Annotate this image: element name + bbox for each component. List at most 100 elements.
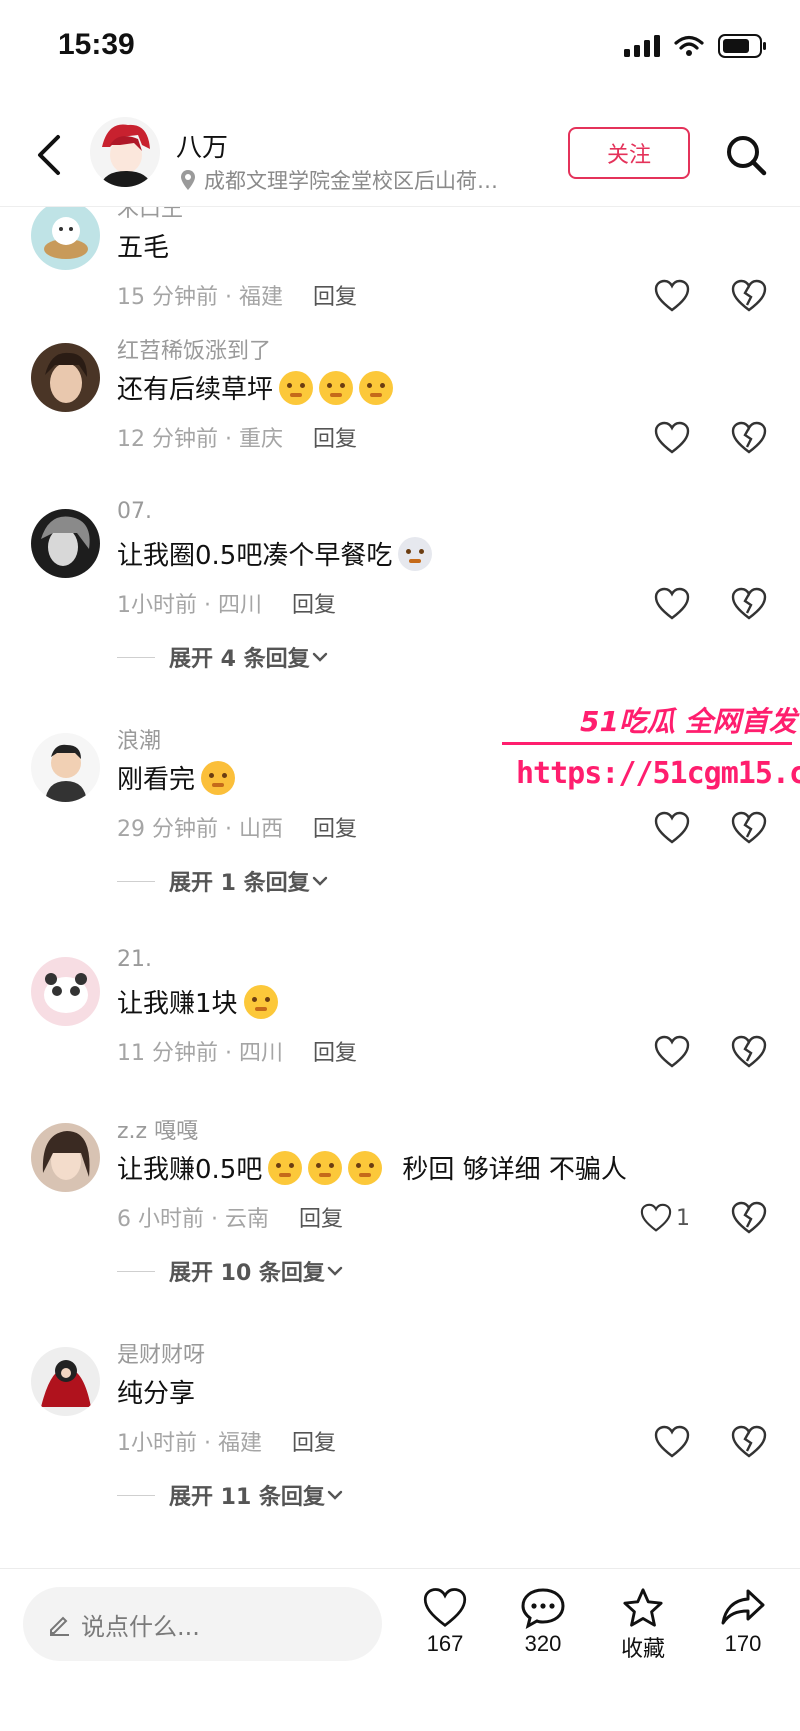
avatar[interactable] xyxy=(31,1347,100,1416)
comment-time-location: 15 分钟前 · 福建 xyxy=(117,285,283,310)
search-icon[interactable] xyxy=(724,133,768,177)
favorite-label: 收藏 xyxy=(620,1636,665,1661)
comment-username[interactable]: 禾口王 xyxy=(117,207,183,223)
like-count: 167 xyxy=(426,1631,464,1656)
broken-heart-icon[interactable] xyxy=(731,1035,767,1069)
chevron-down-icon xyxy=(312,652,327,662)
comment-time-location: 1小时前 · 福建 xyxy=(117,1431,262,1456)
expand-replies-label: 展开 4 条回复 xyxy=(169,647,310,672)
comment-text: 还有后续草坪 xyxy=(117,369,394,406)
comment-time-location: 1小时前 · 四川 xyxy=(117,593,262,618)
comment-item: 是财财呀 纯分享 1小时前 · 福建 回复 展开 11 条回复 xyxy=(0,1335,800,1559)
comment-text-content: 让我赚1块 xyxy=(117,989,238,1019)
heart-icon xyxy=(423,1588,467,1627)
comment-text: 五毛 xyxy=(117,227,169,264)
emoji-icon xyxy=(243,984,278,1019)
chevron-down-icon xyxy=(327,1266,343,1276)
note-header: 八万 成都文理学院金堂校区后山荷… 关注 xyxy=(0,105,800,207)
expand-replies-button[interactable]: 展开 1 条回复 xyxy=(117,865,330,897)
broken-heart-icon[interactable] xyxy=(731,587,767,621)
broken-heart-icon[interactable] xyxy=(731,1201,767,1235)
status-bar: 15:39 xyxy=(0,0,800,100)
expand-replies-button[interactable]: 展开 11 条回复 xyxy=(117,1479,345,1511)
favorite-button[interactable]: 收藏 xyxy=(608,1587,678,1663)
avatar[interactable] xyxy=(31,957,100,1026)
heart-icon[interactable] xyxy=(654,279,690,313)
comment-username[interactable]: 红苕稀饭涨到了 xyxy=(117,333,271,365)
expand-replies-label: 展开 11 条回复 xyxy=(169,1485,325,1510)
watermark: 51吃瓜 全网首发 https://51cgm15.com xyxy=(502,700,800,800)
star-icon xyxy=(623,1588,663,1627)
broken-heart-icon[interactable] xyxy=(731,1425,767,1459)
comment-time-location: 29 分钟前 · 山西 xyxy=(117,817,283,842)
status-icons xyxy=(624,34,768,58)
comment-time-location: 6 小时前 · 云南 xyxy=(117,1207,269,1232)
watermark-line xyxy=(502,742,792,745)
broken-heart-icon[interactable] xyxy=(731,811,767,845)
comment-text: 刚看完 xyxy=(117,759,236,796)
wifi-icon xyxy=(674,35,704,56)
reply-button[interactable]: 回复 xyxy=(313,1041,357,1066)
share-count: 170 xyxy=(724,1631,762,1656)
emoji-icon xyxy=(201,760,236,795)
heart-icon[interactable] xyxy=(654,1425,690,1459)
comment-meta: 15 分钟前 · 福建 回复 xyxy=(117,279,357,311)
broken-heart-icon[interactable] xyxy=(731,421,767,455)
comment-text-content: 还有后续草坪 xyxy=(117,375,274,405)
share-button[interactable]: 170 xyxy=(708,1587,778,1657)
expand-replies-label: 展开 1 条回复 xyxy=(169,871,310,896)
comment-text-suffix: 秒回 够详细 不骗人 xyxy=(402,1155,627,1185)
expand-replies-button[interactable]: 展开 4 条回复 xyxy=(117,641,330,673)
broken-heart-icon[interactable] xyxy=(731,279,767,313)
comment-text-content: 刚看完 xyxy=(117,765,196,795)
avatar[interactable] xyxy=(31,207,100,270)
share-arrow-icon xyxy=(721,1589,765,1625)
avatar[interactable] xyxy=(31,1123,100,1192)
comment-list: 禾口王 五毛 15 分钟前 · 福建 回复 红苕稀饭涨到了 还有后续草坪 12 分… xyxy=(0,207,800,1567)
follow-button[interactable]: 关注 xyxy=(568,127,690,179)
reply-button[interactable]: 回复 xyxy=(313,817,357,842)
comment-input[interactable]: 说点什么... xyxy=(23,1587,382,1661)
comment-item: 07. 让我圈0.5吧凑个早餐吃 1小时前 · 四川 回复 展开 4 条回复 xyxy=(0,497,800,721)
emoji-icon xyxy=(279,370,314,405)
comment-item: 红苕稀饭涨到了 还有后续草坪 12 分钟前 · 重庆 回复 xyxy=(0,331,800,497)
emoji-icon xyxy=(348,1150,383,1185)
comment-username[interactable]: 是财财呀 xyxy=(117,1337,205,1369)
comment-meta: 11 分钟前 · 四川 回复 xyxy=(117,1035,357,1067)
reply-button[interactable]: 回复 xyxy=(313,285,357,310)
avatar[interactable] xyxy=(31,343,100,412)
expand-replies-label: 展开 10 条回复 xyxy=(169,1261,325,1286)
reply-button[interactable]: 回复 xyxy=(313,427,357,452)
author-avatar[interactable] xyxy=(90,117,160,187)
status-time: 15:39 xyxy=(58,28,135,61)
heart-icon[interactable] xyxy=(654,587,690,621)
divider xyxy=(117,1270,155,1272)
emoji-icon xyxy=(359,370,394,405)
comment-text-content: 五毛 xyxy=(117,233,170,263)
like-button[interactable]: 1 xyxy=(640,1201,700,1235)
like-count: 1 xyxy=(676,1205,690,1231)
divider xyxy=(117,1494,155,1496)
back-icon[interactable] xyxy=(32,133,68,177)
heart-icon xyxy=(640,1203,672,1232)
comment-username[interactable]: 21. xyxy=(117,947,152,972)
author-name[interactable]: 八万 xyxy=(176,127,228,164)
like-note-button[interactable]: 167 xyxy=(410,1587,480,1657)
heart-icon[interactable] xyxy=(654,421,690,455)
reply-button[interactable]: 回复 xyxy=(292,593,336,618)
comment-text: 让我圈0.5吧凑个早餐吃 xyxy=(117,535,433,572)
reply-button[interactable]: 回复 xyxy=(292,1431,336,1456)
reply-button[interactable]: 回复 xyxy=(299,1207,343,1232)
comment-button[interactable]: 320 xyxy=(508,1587,578,1657)
heart-icon[interactable] xyxy=(654,811,690,845)
comment-username[interactable]: z.z 嘎嘎 xyxy=(117,1113,198,1145)
author-location[interactable]: 成都文理学院金堂校区后山荷… xyxy=(180,165,498,195)
emoji-icon xyxy=(319,370,354,405)
comment-meta: 29 分钟前 · 山西 回复 xyxy=(117,811,357,843)
comment-username[interactable]: 浪潮 xyxy=(117,723,161,755)
avatar[interactable] xyxy=(31,733,100,802)
expand-replies-button[interactable]: 展开 10 条回复 xyxy=(117,1255,345,1287)
comment-username[interactable]: 07. xyxy=(117,499,152,524)
heart-icon[interactable] xyxy=(654,1035,690,1069)
avatar[interactable] xyxy=(31,509,100,578)
